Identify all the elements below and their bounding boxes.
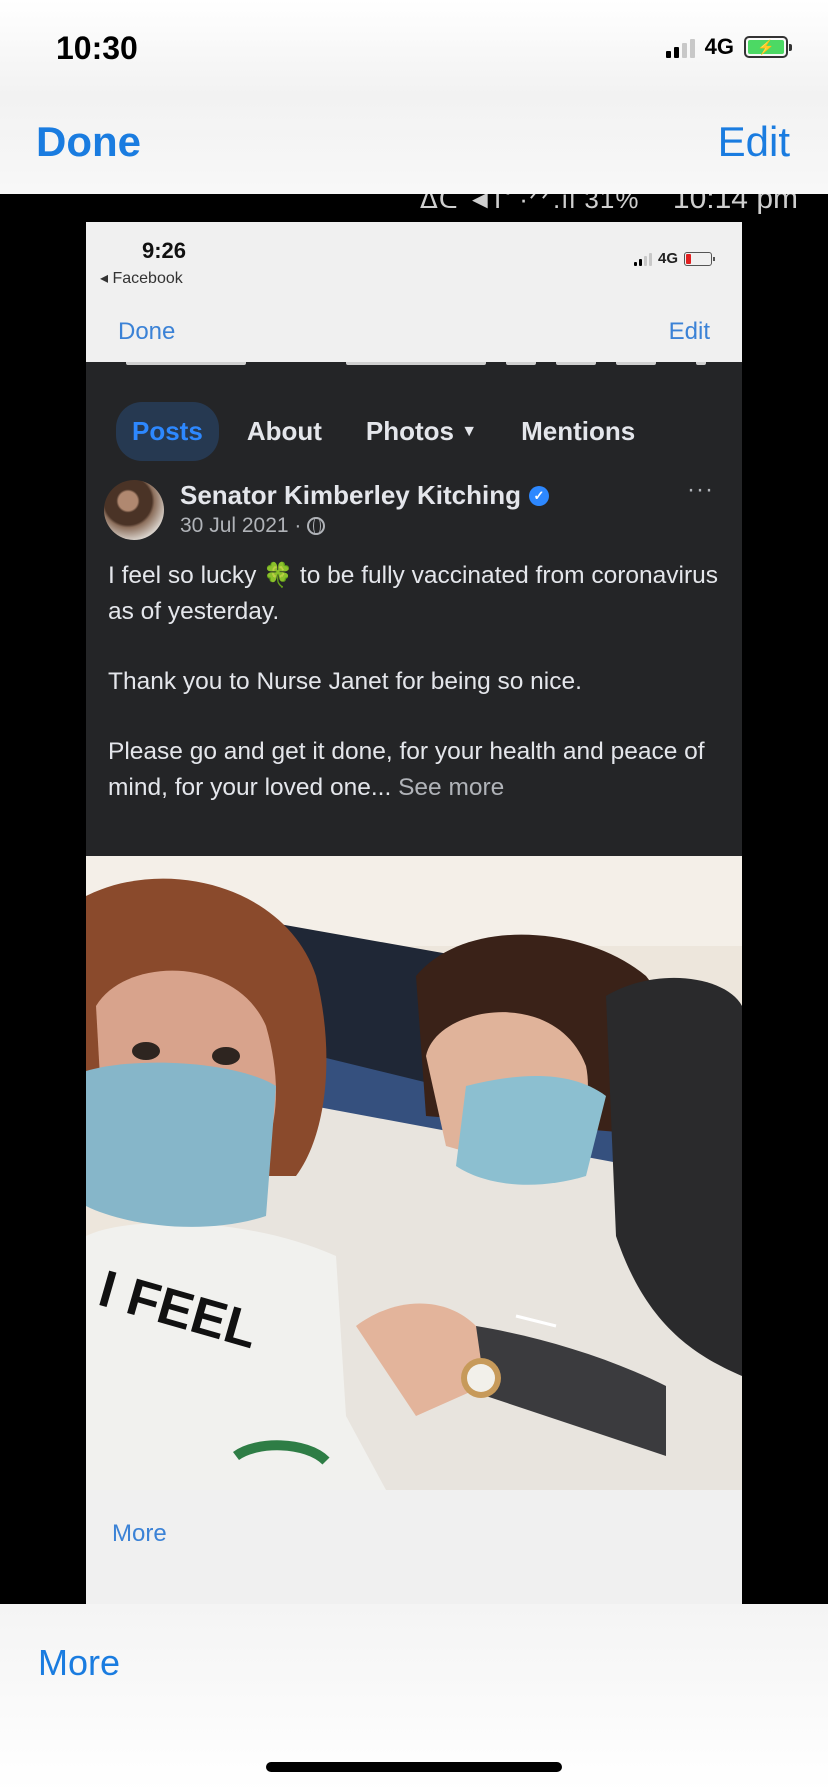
inner-nav: Done Edit bbox=[86, 302, 742, 362]
profile-tabs: Posts About Photos ▼ Mentions bbox=[116, 402, 663, 461]
cropped-status-text: ᐃᑕ ◄ᒋ ·ᐟᐟ.ıl 31% bbox=[420, 194, 640, 214]
home-indicator[interactable] bbox=[266, 1762, 562, 1772]
inner-bottom-toolbar: More bbox=[86, 1490, 742, 1604]
network-type: 4G bbox=[704, 34, 734, 59]
author-name: Senator Kimberley Kitching bbox=[180, 480, 521, 510]
cropped-status-time: 10:14 pm bbox=[672, 194, 798, 215]
four-leaf-clover-icon: 🍀 bbox=[263, 562, 294, 589]
tab-posts: Posts bbox=[116, 402, 219, 461]
status-bar: 10:30 4G ⚡ bbox=[0, 0, 828, 96]
avatar bbox=[104, 480, 164, 540]
inner-screenshot: 9:26 ◂ Facebook 4G Done Edit Posts About… bbox=[86, 222, 742, 1604]
inner-status-indicators: 4G bbox=[633, 250, 715, 267]
tab-mentions: Mentions bbox=[521, 416, 636, 446]
battery-charging-icon: ⚡ bbox=[744, 36, 792, 58]
verified-badge-icon: ✓ bbox=[528, 485, 549, 506]
inner-done-label: Done bbox=[118, 318, 176, 345]
inner-edit-label: Edit bbox=[668, 318, 710, 345]
done-button[interactable]: Done bbox=[36, 118, 141, 166]
tab-photos-label: Photos bbox=[365, 416, 455, 446]
photo-canvas: ᐃᑕ ◄ᒋ ·ᐟᐟ.ıl 31% 10:14 pm 9:26 ◂ Faceboo… bbox=[0, 194, 828, 1604]
vaccination-photo: I FEEL bbox=[86, 856, 742, 1490]
see-more-link: See more bbox=[398, 774, 505, 801]
inner-battery-low-icon bbox=[684, 251, 715, 266]
post-paragraph-3: Please go and get it done, for your heal… bbox=[108, 734, 728, 806]
facebook-post-card: Posts About Photos ▼ Mentions Senator Ki… bbox=[86, 362, 742, 856]
tab-about: About bbox=[246, 416, 322, 446]
tab-photos: Photos ▼ bbox=[350, 402, 493, 461]
caret-down-icon: ▼ bbox=[461, 423, 478, 440]
inner-network-type: 4G bbox=[657, 250, 678, 267]
more-button[interactable]: More bbox=[38, 1642, 120, 1684]
post-photo: I FEEL bbox=[86, 856, 742, 1490]
edit-button[interactable]: Edit bbox=[718, 118, 790, 166]
post-text: I feel so lucky 🍀 to be fully vaccinated… bbox=[108, 558, 728, 840]
post-text-part-a: I feel so lucky bbox=[108, 562, 264, 589]
post-date: 30 Jul 2021 · bbox=[180, 514, 302, 537]
photo-viewer-nav: Done Edit bbox=[0, 96, 828, 194]
post-paragraph-1: I feel so lucky 🍀 to be fully vaccinated… bbox=[108, 558, 728, 630]
inner-more-label: More bbox=[112, 1520, 167, 1547]
signal-icon bbox=[665, 36, 695, 58]
back-to-facebook: ◂ Facebook bbox=[100, 270, 183, 287]
cropped-status-bar: ᐃᑕ ◄ᒋ ·ᐟᐟ.ıl 31% 10:14 pm bbox=[0, 194, 828, 215]
post-meta: 30 Jul 2021 · bbox=[180, 514, 326, 538]
post-paragraph-2: Thank you to Nurse Janet for being so ni… bbox=[108, 668, 582, 695]
cropped-header-fragment bbox=[86, 362, 742, 368]
bottom-toolbar: More bbox=[0, 1604, 828, 1792]
inner-status-time: 9:26 bbox=[142, 238, 187, 263]
status-indicators: 4G ⚡ bbox=[665, 34, 792, 60]
post-author: Senator Kimberley Kitching ✓ bbox=[180, 480, 549, 511]
globe-icon bbox=[307, 517, 326, 535]
post-header: Senator Kimberley Kitching ✓ 30 Jul 2021… bbox=[104, 476, 724, 540]
inner-signal-icon bbox=[633, 252, 652, 266]
more-options-icon: ··· bbox=[687, 476, 714, 503]
status-time: 10:30 bbox=[56, 30, 138, 66]
inner-status-bar: 9:26 ◂ Facebook 4G bbox=[86, 222, 742, 302]
